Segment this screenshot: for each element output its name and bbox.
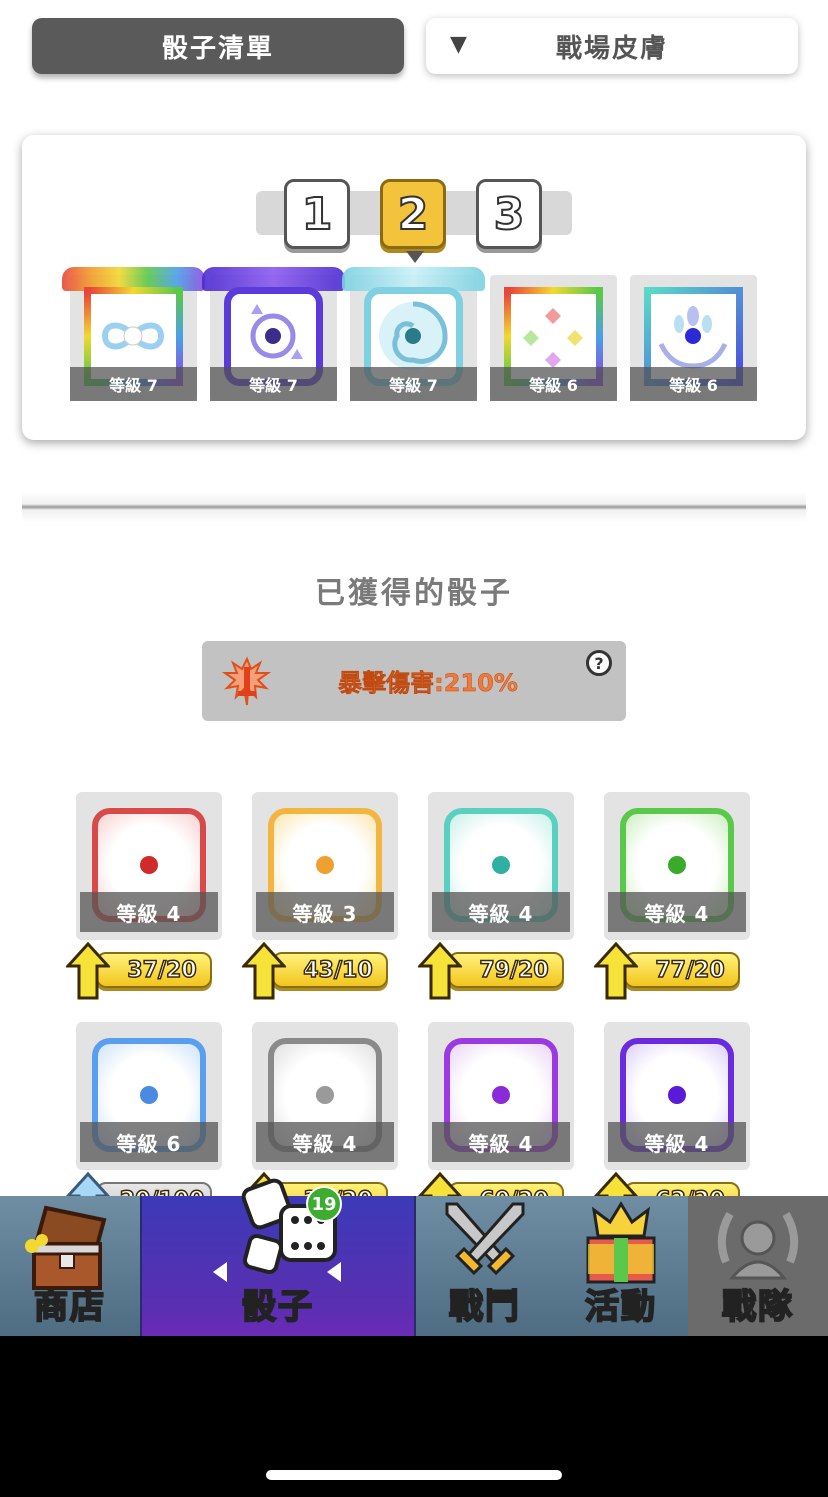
upgrade-arrow-icon	[242, 942, 286, 1000]
deck-slot-2[interactable]: 等級 7	[202, 267, 345, 401]
die-level: 等級 4	[432, 892, 570, 932]
die-card[interactable]: 等級 6	[76, 1022, 222, 1170]
die-level: 等級 6	[80, 1122, 218, 1162]
app-root: { "tabs": {"dice_list": "骰子清單", "battlef…	[0, 0, 828, 1497]
tab-battlefield-skin-label: 戰場皮膚	[555, 33, 668, 64]
deck-slot-level: 等級 6	[490, 367, 617, 401]
die-pip-icon	[140, 1086, 158, 1104]
die-card[interactable]: 等級 4	[252, 1022, 398, 1170]
die-card[interactable]: 等級 3	[252, 792, 398, 940]
upgrade-progress[interactable]: 37/20	[66, 942, 212, 1000]
deck-slot-5[interactable]: 等級 6	[630, 275, 757, 401]
deck-button-2[interactable]: 2	[380, 179, 446, 249]
treasure-chest-icon	[25, 1205, 107, 1290]
die-level: 等級 4	[80, 892, 218, 932]
deck-button-label: 2	[397, 188, 430, 241]
help-button[interactable]: ?	[586, 650, 612, 676]
tab-dice-list-label: 骰子清單	[161, 33, 274, 64]
deck-slot-level: 等級 6	[630, 367, 757, 401]
crossed-swords-icon	[445, 1202, 525, 1276]
upgrade-count: 77/20	[624, 952, 740, 988]
deck-button-1[interactable]: 1	[284, 179, 350, 249]
upgrade-progress[interactable]: 79/20	[418, 942, 564, 1000]
deck-button-3[interactable]: 3	[476, 179, 542, 249]
deck-panel: 1 2 3 等級 7 等級 7 等級 7 等級 6 等級 6	[22, 135, 806, 440]
die-pip-icon	[668, 1086, 686, 1104]
crit-damage-text: 暴擊傷害:210%	[338, 669, 518, 698]
clan-laurel-icon	[717, 1211, 799, 1280]
upgrade-count: 79/20	[448, 952, 564, 988]
nav-shop[interactable]: 商店	[0, 1196, 140, 1336]
tab-dice-list[interactable]: 骰子清單	[32, 18, 404, 74]
die-pip-icon	[492, 1086, 510, 1104]
deck-slot-1[interactable]: 等級 7	[62, 267, 205, 401]
owned-dice-title: 已獲得的骰子	[315, 576, 513, 611]
upgrade-count: 43/10	[272, 952, 388, 988]
die-level: 等級 3	[256, 892, 394, 932]
deck-button-label: 1	[301, 188, 334, 241]
upgrade-progress[interactable]: 43/10	[242, 942, 388, 1000]
nav-battle[interactable]: 戰鬥	[416, 1196, 554, 1336]
nav-clan-label: 戰隊	[721, 1286, 794, 1328]
die-card[interactable]: 等級 4	[428, 792, 574, 940]
deck-button-label: 3	[493, 188, 526, 241]
home-indicator[interactable]	[266, 1470, 562, 1480]
deck-slot-3[interactable]: 等級 7	[342, 267, 485, 401]
die-pip-icon	[316, 1086, 334, 1104]
die-level: 等級 4	[256, 1122, 394, 1162]
upgrade-arrow-icon	[418, 942, 462, 1000]
crit-damage-panel: 暴擊傷害:210% ?	[202, 641, 626, 721]
upgrade-arrow-icon	[66, 942, 110, 1000]
upgrade-progress[interactable]: 77/20	[594, 942, 740, 1000]
section-divider	[22, 492, 806, 522]
die-pip-icon	[668, 856, 686, 874]
die-card[interactable]: 等級 4	[428, 1022, 574, 1170]
nav-event[interactable]: 活動	[554, 1196, 688, 1336]
nav-clan[interactable]: 戰隊	[688, 1196, 828, 1336]
deck-slot-level: 等級 7	[70, 367, 197, 401]
deck-slot-level: 等級 7	[210, 367, 337, 401]
deck-active-pointer-icon	[406, 251, 424, 263]
help-icon: ?	[594, 653, 604, 673]
upgrade-count: 37/20	[96, 952, 212, 988]
notification-badge: 19	[306, 1186, 342, 1222]
crown-gift-icon	[586, 1201, 656, 1284]
bottom-nav: 商店 骰子 戰鬥 活動 戰隊	[0, 1178, 828, 1336]
die-card[interactable]: 等級 4	[604, 792, 750, 940]
die-pip-icon	[492, 856, 510, 874]
nav-dice[interactable]: 骰子	[140, 1178, 416, 1336]
tab-battlefield-skin[interactable]: ▼ 戰場皮膚	[426, 18, 798, 74]
die-pip-icon	[316, 856, 334, 874]
deck-slot-4[interactable]: 等級 6	[490, 275, 617, 401]
die-pip-icon	[140, 856, 158, 874]
deck-slot-level: 等級 7	[350, 367, 477, 401]
upgrade-arrow-icon	[594, 942, 638, 1000]
die-level: 等級 4	[608, 892, 746, 932]
die-card[interactable]: 等級 4	[604, 1022, 750, 1170]
die-card[interactable]: 等級 4	[76, 792, 222, 940]
die-level: 等級 4	[608, 1122, 746, 1162]
die-level: 等級 4	[432, 1122, 570, 1162]
dropdown-arrow-icon: ▼	[450, 32, 469, 57]
